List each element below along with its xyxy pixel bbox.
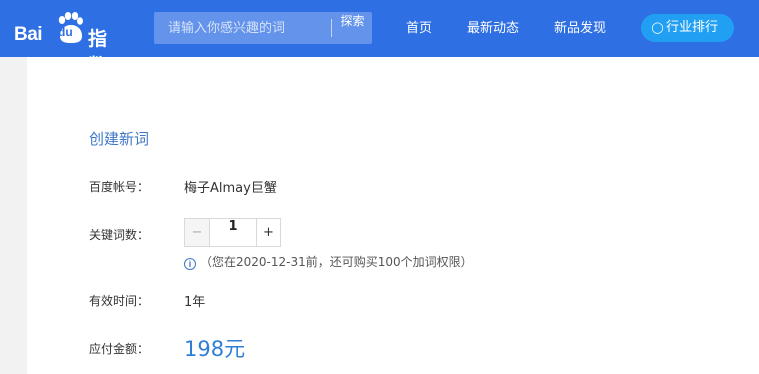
nav-latest-news[interactable]: 最新动态 (467, 0, 519, 57)
logo-du-text: du (58, 25, 73, 39)
quantity-value[interactable]: 1 (210, 219, 256, 246)
industry-ranking-button[interactable]: ◯ 行业排行 (641, 14, 734, 42)
search-button[interactable]: 探索 (333, 12, 372, 44)
amount-value: 198元 (184, 337, 246, 361)
account-label: 百度帐号： (89, 180, 150, 194)
industry-ranking-label: 行业排行 (666, 20, 719, 35)
keyword-quantity-stepper: − 1 + (184, 218, 281, 247)
search-box: 探索 (154, 12, 372, 44)
purchase-limit-note: i （您在2020-12-31前，还可购买100个加词权限） (184, 253, 473, 270)
logo-bai-text: Bai (14, 24, 43, 45)
keyword-count-label: 关键词数： (89, 228, 150, 242)
search-divider (331, 19, 332, 37)
increment-button[interactable]: + (256, 219, 280, 246)
purchase-limit-text: （您在2020-12-31前，还可购买100个加词权限） (200, 255, 473, 269)
validity-value: 1年 (184, 295, 206, 310)
nav-new-discoveries[interactable]: 新品发现 (554, 0, 606, 57)
lightbulb-icon: ◯ (651, 21, 664, 34)
page-title: 创建新词 (89, 130, 150, 148)
decrement-button[interactable]: − (185, 219, 210, 246)
create-keyword-panel (27, 57, 759, 374)
amount-label: 应付金额： (89, 342, 150, 356)
validity-label: 有效时间： (89, 294, 150, 308)
account-value: 梅子Almay巨蟹 (184, 181, 277, 196)
search-input[interactable] (154, 12, 332, 44)
info-icon: i (184, 258, 196, 270)
top-navigation-bar: Bai du 指数 探索 首页 最新动态 新品发现 ◯行业排行 (0, 0, 759, 77)
nav-home[interactable]: 首页 (406, 0, 432, 57)
